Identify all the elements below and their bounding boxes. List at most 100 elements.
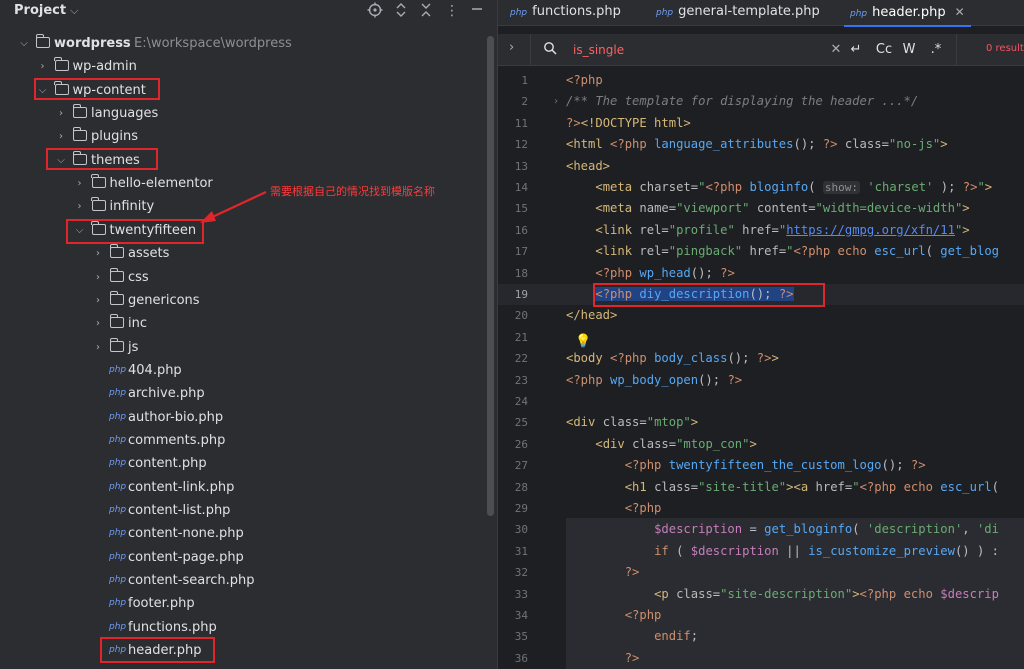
chevron-right-icon[interactable]: ›: [92, 266, 104, 289]
folder-icon: [91, 174, 106, 189]
tab-header-php[interactable]: php header.php ✕: [844, 0, 971, 27]
whole-words-toggle[interactable]: W: [900, 40, 918, 60]
match-case-toggle[interactable]: Cc: [873, 40, 895, 60]
chevron-right-icon[interactable]: ›: [92, 289, 104, 312]
more-options-icon[interactable]: ⋮: [443, 2, 461, 20]
tree-file-content-search-php[interactable]: php content-search.php: [0, 569, 487, 592]
php-file-icon: php: [510, 8, 528, 18]
chevron-down-icon[interactable]: ⌵: [18, 32, 30, 55]
tab-general-template-php[interactable]: php general-template.php: [656, 0, 820, 26]
tree-folder-css[interactable]: › css: [0, 266, 487, 289]
project-title: Project: [14, 3, 67, 18]
new-line-icon[interactable]: ↵: [848, 40, 864, 60]
tree-file-content-list-php[interactable]: php content-list.php: [0, 499, 487, 522]
chevron-right-icon[interactable]: ›: [55, 125, 67, 148]
tree-folder-themes[interactable]: ⌵ themes: [0, 149, 487, 172]
folder-icon: [109, 290, 124, 305]
tree-folder-wordpress[interactable]: ⌵ wordpress E:\workspace\wordpress: [0, 32, 487, 55]
chevron-right-icon[interactable]: ›: [74, 172, 86, 195]
tree-file-archive-php[interactable]: php archive.php: [0, 382, 487, 405]
tree-folder-inc[interactable]: › inc: [0, 312, 487, 335]
project-view-selector[interactable]: Project ⌵: [14, 3, 78, 18]
tree-file-functions-php[interactable]: php functions.php: [0, 616, 487, 639]
collapse-all-icon[interactable]: [417, 2, 435, 20]
tree-folder-js[interactable]: › js: [0, 336, 487, 359]
project-scrollbar[interactable]: [487, 36, 494, 516]
code-area[interactable]: 1 <?php 2 ›/** The template for displaying…: [498, 70, 1024, 669]
code-line: 29 <?php: [514, 501, 662, 515]
code-line: 35 endif;: [514, 629, 699, 644]
find-input[interactable]: [573, 41, 793, 59]
folder-icon: [72, 127, 87, 142]
folder-icon: [109, 314, 124, 329]
php-file-icon: php: [109, 388, 127, 399]
tree-item-label: js: [128, 339, 139, 355]
tree-file-content-link-php[interactable]: php content-link.php: [0, 476, 487, 499]
tree-item-label: content-search.php: [128, 573, 255, 589]
expand-replace-icon[interactable]: ›: [509, 40, 514, 55]
tree-item-label: twentyfifteen: [109, 222, 197, 238]
tree-file-404-php[interactable]: php 404.php: [0, 359, 487, 382]
search-icon[interactable]: [543, 41, 557, 55]
lightbulb-icon[interactable]: 💡: [575, 334, 591, 349]
tree-item-label: functions.php: [128, 619, 217, 635]
chevron-right-icon[interactable]: ›: [37, 55, 49, 78]
tree-item-label: wp-content: [72, 82, 146, 98]
tree-folder-assets[interactable]: › assets: [0, 242, 487, 265]
chevron-right-icon[interactable]: ›: [92, 312, 104, 335]
editor-pane: php functions.php php general-template.php…: [497, 0, 1024, 669]
php-file-icon: php: [109, 528, 127, 539]
regex-toggle[interactable]: .*: [926, 40, 946, 60]
find-bar: › ✕ ↵ Cc W .* 0 result: [498, 34, 1024, 66]
code-line: 33 <p class="site-description"><?php ech…: [514, 586, 999, 601]
folder-icon: [54, 57, 69, 72]
tree-folder-wp-content[interactable]: ⌵ wp-content: [0, 79, 487, 102]
fold-arrow-icon[interactable]: ›: [553, 91, 559, 112]
tree-file-content-none-php[interactable]: php content-none.php: [0, 522, 487, 545]
project-panel: Project ⌵ ⋮ ⌵ wordpress E:\workspace\wordpr…: [0, 0, 497, 669]
tree-file-header-php[interactable]: php header.php: [0, 639, 487, 662]
hide-panel-icon[interactable]: [468, 2, 486, 20]
close-tab-icon[interactable]: ✕: [955, 5, 965, 19]
chevron-right-icon[interactable]: ›: [92, 242, 104, 265]
folder-icon: [72, 104, 87, 119]
locate-file-icon[interactable]: [366, 2, 384, 20]
annotation-text: 需要根据自己的情况找到模版名称: [270, 185, 435, 198]
code-line: 32 ?>: [514, 565, 640, 580]
tree-file-author-bio-php[interactable]: php author-bio.php: [0, 406, 487, 429]
tree-item-label: header.php: [128, 643, 202, 659]
expand-all-icon[interactable]: [392, 2, 410, 20]
tab-functions-php[interactable]: php functions.php: [510, 0, 621, 26]
php-file-icon: php: [109, 458, 127, 469]
tree-item-label: assets: [128, 246, 170, 262]
tree-file-content-php[interactable]: php content.php: [0, 452, 487, 475]
tree-file-comments-php[interactable]: php comments.php: [0, 429, 487, 452]
tab-label: general-template.php: [678, 4, 820, 19]
chevron-right-icon[interactable]: ›: [55, 102, 67, 125]
code-line: 12 <html <?php language_attributes(); ?> …: [514, 137, 948, 152]
code-line: 25 <div class="mtop">: [514, 415, 699, 430]
code-line: 27 <?php twentyfifteen_the_custom_logo()…: [514, 458, 926, 473]
tree-folder-languages[interactable]: › languages: [0, 102, 487, 125]
code-line: 15 <meta name="viewport" content="width=…: [514, 201, 970, 216]
code-line: 1 <?php: [521, 73, 603, 87]
chevron-down-icon[interactable]: ⌵: [74, 219, 86, 242]
tree-item-label: archive.php: [128, 386, 205, 402]
chevron-down-icon[interactable]: ⌵: [55, 149, 67, 172]
chevron-down-icon: ⌵: [70, 4, 79, 17]
clear-search-icon[interactable]: ✕: [829, 40, 843, 60]
tree-folder-plugins[interactable]: › plugins: [0, 125, 487, 148]
code-line: 20 </head>: [514, 308, 618, 323]
tree-file-footer-php[interactable]: php footer.php: [0, 592, 487, 615]
code-line: 13 <head>: [514, 158, 611, 173]
chevron-right-icon[interactable]: ›: [74, 195, 86, 218]
chevron-right-icon[interactable]: ›: [92, 336, 104, 359]
tree-folder-genericons[interactable]: › genericons: [0, 289, 487, 312]
chevron-down-icon[interactable]: ⌵: [37, 79, 49, 102]
php-file-icon: php: [656, 8, 674, 18]
tree-folder-wp-admin[interactable]: › wp-admin: [0, 55, 487, 78]
tree-item-label: 404.php: [128, 362, 182, 378]
code-line: 16 <link rel="profile" href="https://gmp…: [514, 222, 970, 237]
tree-file-content-page-php[interactable]: php content-page.php: [0, 546, 487, 569]
tree-item-label: themes: [91, 152, 140, 168]
